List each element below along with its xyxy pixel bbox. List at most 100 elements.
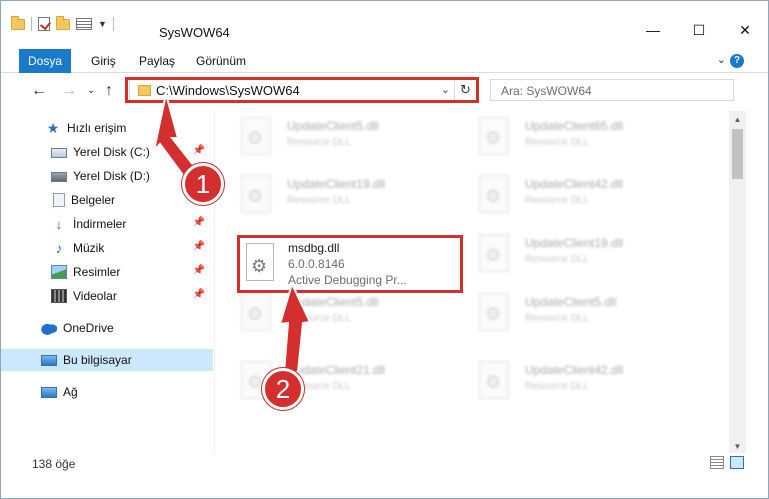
file-tile[interactable]: UpdateClient5.dll Resource DLL: [215, 287, 435, 341]
view-options-icon[interactable]: [76, 18, 92, 30]
back-arrow-icon[interactable]: ←: [31, 82, 47, 100]
file-tile[interactable]: UpdateClient65.dll Resource DLL: [453, 111, 673, 165]
nav-item-documents[interactable]: Belgeler 📌: [1, 189, 213, 211]
file-description: Resource DLL: [525, 254, 589, 265]
dll-file-icon: [479, 361, 509, 399]
nav-item-label: Belgeler: [71, 193, 116, 207]
dll-file-icon: [479, 175, 509, 213]
videos-icon: [51, 289, 67, 303]
nav-item-this-pc[interactable]: Bu bilgisayar: [1, 349, 213, 371]
file-name: UpdateClient19.dll: [525, 236, 624, 250]
pin-icon: 📌: [192, 265, 205, 276]
forward-arrow-icon[interactable]: →: [61, 82, 77, 100]
downloads-icon: ↓: [55, 216, 63, 232]
pictures-icon: [51, 265, 67, 279]
file-name: UpdateClient21.dll: [287, 363, 386, 377]
file-tile[interactable]: UpdateClient42.dll Resource DLL: [453, 169, 673, 223]
chevron-down-icon[interactable]: ⌄: [717, 53, 726, 66]
item-count: 138 öğe: [32, 457, 76, 471]
dll-file-icon: [241, 175, 271, 213]
navigation-bar: ← → ⌄ ↑ C:\Windows\SysWOW64 ⌄ ↻ Ara: Sys…: [1, 75, 768, 107]
search-input[interactable]: Ara: SysWOW64: [490, 79, 734, 101]
tab-home[interactable]: Giriş: [81, 49, 126, 73]
file-name: UpdateClient65.dll: [525, 119, 624, 133]
view-switcher: [710, 456, 744, 469]
file-tile[interactable]: UpdateClient42.dll Resource DLL: [453, 355, 673, 409]
tab-share[interactable]: Paylaş: [129, 49, 185, 73]
nav-item-quick-access[interactable]: ★ Hızlı erişim: [1, 117, 213, 139]
file-version: 6.0.0.8146: [288, 257, 345, 271]
search-placeholder: Ara: SysWOW64: [501, 84, 592, 98]
maximize-button[interactable]: ☐: [676, 17, 722, 43]
pin-icon: 📌: [192, 145, 205, 156]
file-description: Resource DLL: [525, 195, 589, 206]
title-bar: ▼ SysWOW64 — ☐ ✕: [1, 1, 768, 45]
tab-view[interactable]: Görünüm: [186, 49, 256, 73]
nav-item-label: OneDrive: [63, 321, 114, 335]
file-description: Resource DLL: [525, 313, 589, 324]
recent-locations-chevron-icon[interactable]: ⌄: [87, 85, 95, 96]
window-controls: — ☐ ✕: [630, 17, 768, 43]
file-description: Active Debugging Pr...: [288, 273, 407, 287]
address-highlight-box: [125, 77, 479, 103]
nav-item-local-disk-c[interactable]: Yerel Disk (C:) 📌: [1, 141, 213, 163]
file-tile[interactable]: UpdateClient19.dll Resource DLL: [215, 169, 435, 223]
nav-item-label: Resimler: [73, 265, 121, 279]
pin-icon: 📌: [192, 241, 205, 252]
star-icon: ★: [46, 120, 60, 136]
nav-item-label: Müzik: [73, 241, 105, 255]
scrollbar-thumb[interactable]: [732, 129, 743, 179]
file-tile[interactable]: UpdateClient5.dll Resource DLL: [215, 111, 435, 165]
file-tile[interactable]: UpdateClient19.dll Resource DLL: [453, 228, 673, 282]
network-icon: [41, 386, 57, 398]
file-name: msdbg.dll: [288, 241, 340, 255]
scroll-up-icon[interactable]: ▲: [729, 111, 746, 128]
file-name: UpdateClient5.dll: [287, 119, 379, 133]
file-tile[interactable]: UpdateClient21.dll Resource DLL: [215, 355, 435, 409]
status-bar: 138 öğe: [1, 453, 768, 473]
file-tile[interactable]: UpdateClient5.dll Resource DLL: [453, 287, 673, 341]
tiles-view-icon[interactable]: [730, 456, 744, 469]
nav-item-pictures[interactable]: Resimler 📌: [1, 261, 213, 283]
minimize-button[interactable]: —: [630, 17, 676, 43]
dll-file-icon: [479, 293, 509, 331]
ribbon-tabs: Dosya Giriş Paylaş Görünüm ⌄ ?: [1, 49, 768, 73]
step-badge-2: 2: [262, 368, 304, 410]
customize-dropdown-icon[interactable]: ▼: [98, 19, 107, 29]
file-tile-msdbg[interactable]: msdbg.dll 6.0.0.8146 Active Debugging Pr…: [237, 235, 463, 293]
music-icon: ♪: [55, 240, 63, 256]
nav-item-label: İndirmeler: [73, 217, 127, 231]
nav-item-downloads[interactable]: ↓ İndirmeler 📌: [1, 213, 213, 235]
file-name: UpdateClient42.dll: [525, 363, 624, 377]
nav-item-label: Bu bilgisayar: [63, 353, 132, 367]
file-description: Resource DLL: [287, 195, 351, 206]
drive-icon: [51, 148, 67, 158]
drive-icon: [51, 172, 67, 182]
file-name: UpdateClient42.dll: [525, 177, 624, 191]
computer-icon: [41, 354, 57, 366]
file-description: Resource DLL: [287, 313, 351, 324]
file-name: UpdateClient19.dll: [287, 177, 386, 191]
step-badge-1: 1: [182, 163, 224, 205]
divider: [31, 17, 32, 31]
tab-file[interactable]: Dosya: [19, 49, 71, 73]
nav-item-music[interactable]: ♪ Müzik 📌: [1, 237, 213, 259]
up-arrow-icon[interactable]: ↑: [105, 82, 113, 100]
dll-file-icon: [246, 243, 274, 281]
file-name: UpdateClient5.dll: [287, 295, 379, 309]
details-view-icon[interactable]: [710, 456, 724, 469]
documents-icon: [53, 193, 65, 207]
nav-item-videos[interactable]: Videolar 📌: [1, 285, 213, 307]
nav-item-onedrive[interactable]: OneDrive: [1, 317, 213, 339]
dll-file-icon: [479, 117, 509, 155]
nav-item-network[interactable]: Ağ: [1, 381, 213, 403]
window-title: SysWOW64: [159, 25, 230, 40]
help-button[interactable]: ?: [730, 54, 744, 68]
vertical-scrollbar[interactable]: ▲ ▼: [729, 111, 746, 455]
explorer-window: ▼ SysWOW64 — ☐ ✕ Dosya Giriş Paylaş Görü…: [0, 0, 769, 499]
properties-icon[interactable]: [38, 17, 50, 31]
close-button[interactable]: ✕: [722, 17, 768, 43]
folder-icon[interactable]: [11, 15, 25, 30]
nav-item-label: Yerel Disk (C:): [73, 145, 150, 159]
new-folder-icon[interactable]: [56, 15, 70, 30]
